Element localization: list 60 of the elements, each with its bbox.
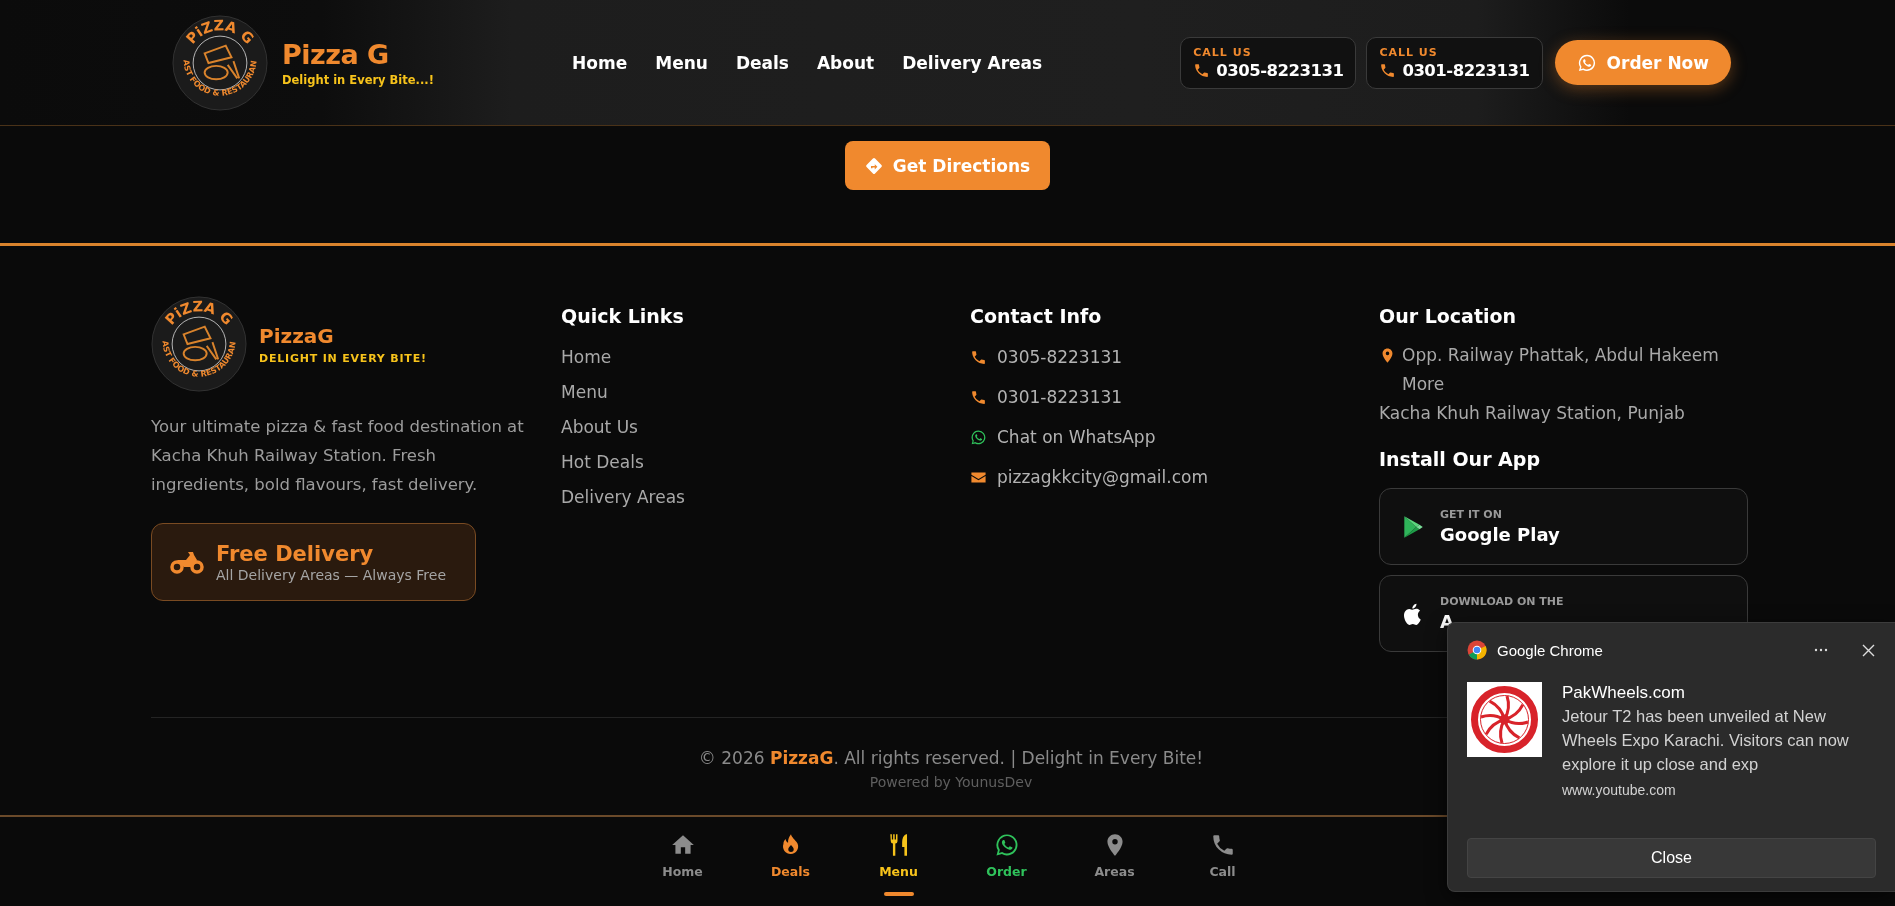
- footer-link[interactable]: Delivery Areas: [561, 485, 970, 510]
- store-caption: GET IT ON: [1440, 508, 1503, 521]
- whatsapp-icon: [970, 429, 987, 446]
- browser-icon: [1467, 640, 1487, 660]
- phone-number: 0301-8223131: [1402, 60, 1530, 80]
- phone-icon: [970, 349, 987, 366]
- brand-name: Pizza G: [282, 38, 390, 70]
- nav-link[interactable]: About: [816, 52, 875, 73]
- bottom-nav-item[interactable]: Areas: [1060, 817, 1169, 903]
- phone-icon: [1379, 61, 1397, 79]
- more-options-icon[interactable]: [1814, 648, 1828, 652]
- contact-item[interactable]: pizzagkkcity@gmail.com: [997, 465, 1208, 490]
- motorbike-icon: [170, 549, 204, 575]
- address-area: Kacha Khuh Railway Station, Punjab: [1379, 399, 1779, 428]
- footer-link[interactable]: About Us: [561, 415, 970, 440]
- call-label: CALL US: [1379, 45, 1439, 59]
- contact-item[interactable]: 0305-8223131: [997, 345, 1123, 370]
- nav-link[interactable]: Home: [572, 52, 628, 73]
- nav-link[interactable]: Menu: [655, 52, 708, 73]
- column-heading: Our Location: [1379, 305, 1518, 327]
- call-box[interactable]: CALL US 0301-8223131: [1366, 36, 1543, 89]
- contact-item[interactable]: Chat on WhatsApp: [997, 425, 1156, 450]
- phone-icon: [1193, 61, 1211, 79]
- notification-source: www.youtube.com: [1562, 782, 1677, 798]
- delivery-subtitle: All Delivery Areas — Always Free: [216, 566, 446, 583]
- bottom-nav-item[interactable]: Order: [952, 817, 1061, 903]
- notification-title: PakWheels.com: [1562, 682, 1686, 704]
- footer-link[interactable]: Hot Deals: [561, 450, 970, 475]
- powered-by-text: Powered by YounusDev: [869, 774, 1033, 790]
- column-heading: Contact Info: [970, 305, 1103, 327]
- nav-link[interactable]: Delivery Areas: [902, 52, 1043, 73]
- close-button[interactable]: Close: [1467, 838, 1876, 878]
- close-icon[interactable]: [1862, 643, 1875, 657]
- bottom-nav-item[interactable]: Menu: [844, 817, 953, 903]
- column-heading: Quick Links: [561, 305, 685, 327]
- brand-tagline: Delight in Every Bite...!: [282, 72, 434, 87]
- app-store-button[interactable]: GET IT ON Google Play: [1379, 488, 1748, 565]
- store-caption: DOWNLOAD ON THE: [1440, 595, 1564, 608]
- description-text: Your ultimate pizza & fast food destination at Kacha Khuh Railway Station. Fresh ingredients, bold flavours, fast delivery.: [151, 416, 525, 496]
- notification-body: Jetour T2 has been unveiled at New Wheels Expo Karachi. Visitors can now explore it up close and exp: [1562, 706, 1850, 775]
- store-name: Google Play: [1440, 524, 1560, 545]
- delivery-title: Free Delivery: [216, 541, 375, 566]
- copyright-text: © 2026 PizzaG. All rights reserved. | Delight in Every Bite!: [698, 748, 1204, 768]
- footer-link[interactable]: Home: [561, 345, 970, 370]
- column-heading: Install Our App: [1379, 448, 1542, 470]
- brand-name: PizzaG: [259, 323, 335, 348]
- bottom-nav-item[interactable]: Deals: [736, 817, 845, 903]
- call-box[interactable]: CALL US 0305-8223131: [1180, 36, 1357, 89]
- call-label: CALL US: [1193, 45, 1253, 59]
- whatsapp-icon: [1576, 52, 1597, 73]
- nav-link[interactable]: Deals: [735, 52, 789, 73]
- contact-item[interactable]: 0301-8223131: [997, 385, 1123, 410]
- brand-tagline: DELIGHT IN EVERY BITE!: [259, 351, 427, 365]
- phone-number: 0305-8223131: [1216, 60, 1344, 80]
- bottom-nav-item[interactable]: Call: [1168, 817, 1277, 903]
- active-indicator: [883, 892, 914, 896]
- footer-link[interactable]: Menu: [561, 380, 970, 405]
- bottom-nav-item[interactable]: Home: [628, 817, 737, 903]
- address-text: Opp. Railway Phattak, Abdul Hakeem More: [1402, 344, 1720, 396]
- phone-icon: [970, 389, 987, 406]
